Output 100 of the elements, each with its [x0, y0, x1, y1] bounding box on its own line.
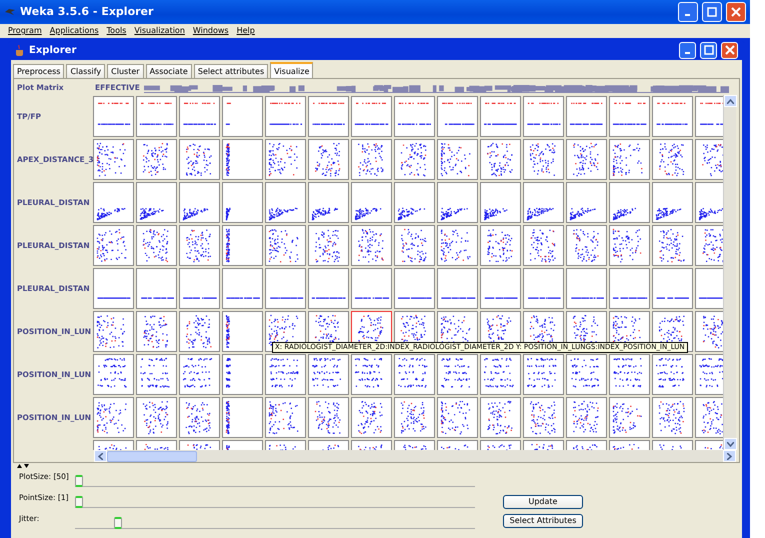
scroll-down-button[interactable] — [724, 438, 737, 450]
scroll-up-button[interactable] — [724, 95, 737, 107]
scatter-plot[interactable] — [480, 139, 521, 180]
scatter-plot[interactable] — [136, 311, 177, 352]
menu-item[interactable]: Program — [8, 25, 42, 37]
scatter-plot[interactable] — [265, 225, 306, 266]
scroll-right-button[interactable] — [723, 450, 736, 462]
scatter-plot[interactable] — [265, 397, 306, 438]
scatter-plot[interactable] — [480, 225, 521, 266]
scatter-plot[interactable] — [652, 139, 693, 180]
scatter-plot[interactable] — [523, 182, 564, 223]
scatter-plot[interactable] — [93, 397, 134, 438]
scatter-plot[interactable] — [179, 311, 220, 352]
scatter-plot[interactable] — [609, 397, 650, 438]
menu-item[interactable]: Windows — [192, 25, 229, 37]
scatter-plot[interactable] — [351, 139, 392, 180]
scatter-plot[interactable] — [93, 139, 134, 180]
scatter-plot[interactable] — [179, 397, 220, 438]
scatter-plot[interactable] — [136, 397, 177, 438]
scatter-plot[interactable] — [609, 225, 650, 266]
scatter-plot[interactable] — [265, 139, 306, 180]
menu-item[interactable]: Visualization — [134, 25, 185, 37]
slider-thumb[interactable] — [75, 475, 83, 487]
scatter-plot[interactable] — [652, 225, 693, 266]
scatter-plot[interactable] — [437, 139, 478, 180]
scatter-plot[interactable] — [265, 354, 306, 395]
tab[interactable]: Associate — [146, 64, 192, 78]
slider-track[interactable] — [75, 517, 475, 529]
scatter-plot[interactable] — [351, 354, 392, 395]
scatter-plot[interactable] — [179, 354, 220, 395]
scatter-plot[interactable] — [437, 225, 478, 266]
scatter-plot[interactable] — [480, 397, 521, 438]
scatter-plot[interactable] — [179, 225, 220, 266]
slider-track[interactable] — [75, 475, 475, 487]
scatter-plot[interactable] — [351, 225, 392, 266]
slider-track[interactable] — [75, 496, 475, 508]
scroll-left-button[interactable] — [94, 450, 107, 462]
scatter-plot[interactable] — [523, 225, 564, 266]
minimize-button[interactable] — [679, 42, 696, 58]
scroll-thumb[interactable] — [107, 450, 197, 462]
scatter-plot[interactable] — [652, 354, 693, 395]
minimize-button[interactable] — [678, 2, 698, 22]
scatter-plot[interactable] — [523, 397, 564, 438]
scatter-plot[interactable] — [480, 182, 521, 223]
scatter-plot[interactable] — [136, 139, 177, 180]
scatter-plot[interactable] — [351, 182, 392, 223]
scatter-plot[interactable] — [179, 182, 220, 223]
scatter-plot[interactable] — [652, 397, 693, 438]
scatter-plot[interactable] — [480, 354, 521, 395]
scatter-plot[interactable] — [652, 182, 693, 223]
scatter-plot[interactable] — [437, 182, 478, 223]
tab[interactable]: Preprocess — [13, 64, 64, 78]
scatter-plot[interactable] — [523, 139, 564, 180]
menu-item[interactable]: Tools — [106, 25, 126, 37]
scatter-plot[interactable] — [609, 354, 650, 395]
menu-item[interactable]: Applications — [50, 25, 99, 37]
tab[interactable]: Cluster — [107, 64, 144, 78]
scatter-plot[interactable] — [136, 354, 177, 395]
scatter-plot[interactable] — [308, 354, 349, 395]
scatter-plot[interactable] — [566, 139, 607, 180]
tab[interactable]: Select attributes — [194, 64, 268, 78]
scatter-plot[interactable] — [523, 354, 564, 395]
scatter-plot[interactable] — [609, 139, 650, 180]
scatter-plot[interactable] — [93, 311, 134, 352]
scatter-plot[interactable] — [179, 139, 220, 180]
scatter-plot[interactable] — [136, 182, 177, 223]
scatter-plot[interactable] — [265, 182, 306, 223]
close-button[interactable] — [726, 2, 746, 22]
maximize-button[interactable] — [700, 42, 717, 58]
scatter-plot[interactable] — [93, 182, 134, 223]
scatter-plot[interactable] — [222, 139, 263, 180]
scatter-plot[interactable] — [308, 225, 349, 266]
horizontal-scrollbar[interactable] — [94, 450, 736, 462]
vertical-scrollbar[interactable] — [723, 95, 736, 450]
tab[interactable]: Visualize — [270, 62, 314, 78]
split-arrows-icon[interactable] — [17, 464, 29, 468]
scatter-plot[interactable] — [351, 397, 392, 438]
scatter-plot[interactable] — [437, 397, 478, 438]
scatter-plot[interactable] — [93, 225, 134, 266]
scatter-plot[interactable] — [93, 354, 134, 395]
scatter-plot[interactable] — [437, 354, 478, 395]
tab[interactable]: Classify — [66, 64, 106, 78]
scatter-plot[interactable] — [394, 397, 435, 438]
scatter-plot[interactable] — [609, 182, 650, 223]
scatter-plot[interactable] — [136, 225, 177, 266]
action-button[interactable]: Update — [503, 495, 583, 509]
scatter-plot[interactable] — [308, 182, 349, 223]
scatter-plot[interactable] — [566, 354, 607, 395]
slider-thumb[interactable] — [114, 517, 122, 529]
scatter-plot[interactable] — [566, 225, 607, 266]
scatter-plot[interactable] — [308, 397, 349, 438]
scatter-plot[interactable] — [222, 225, 263, 266]
maximize-button[interactable] — [702, 2, 722, 22]
action-button[interactable]: Select Attributes — [503, 514, 583, 528]
slider-thumb[interactable] — [75, 496, 83, 508]
scatter-plot[interactable] — [222, 311, 263, 352]
scatter-plot[interactable] — [222, 397, 263, 438]
scatter-plot[interactable] — [394, 225, 435, 266]
scatter-plot[interactable] — [394, 182, 435, 223]
scatter-plot[interactable] — [394, 354, 435, 395]
